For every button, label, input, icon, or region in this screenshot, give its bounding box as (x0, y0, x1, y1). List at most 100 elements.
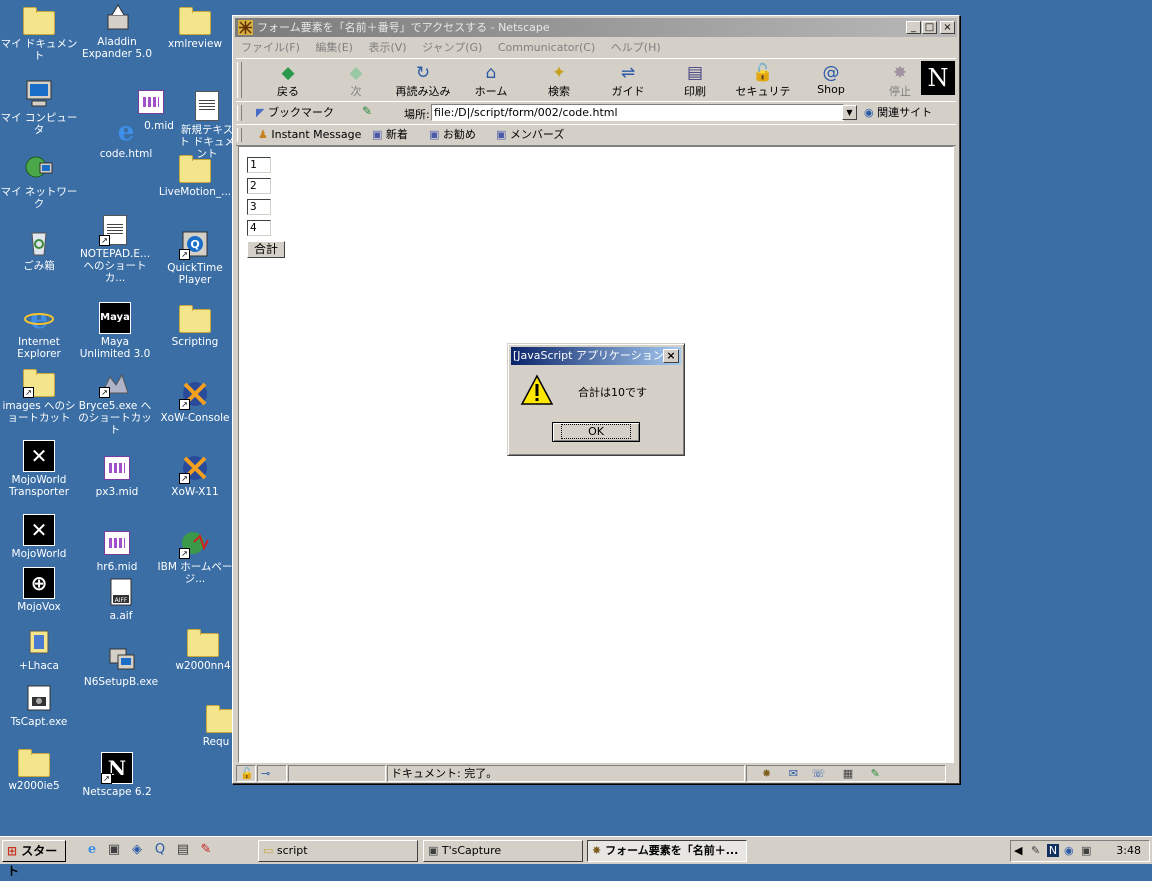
location-input[interactable]: file:/D|/script/form/002/code.html (431, 104, 844, 121)
minimize-button[interactable]: _ (906, 21, 921, 34)
back-arrow-icon: ◆ (281, 63, 295, 83)
desktop-icon-code-html[interactable]: e code.html (87, 114, 165, 160)
network-tray-icon[interactable]: ◉ (1064, 844, 1074, 857)
connection-status-panel[interactable]: ⊸ (257, 765, 287, 782)
ok-button[interactable]: OK (552, 422, 640, 442)
shop-button[interactable]: @ Shop (801, 61, 861, 96)
sum-button[interactable]: 合計 (247, 241, 285, 258)
tray-app-icon[interactable]: ▣ (1081, 844, 1091, 857)
desktop-icon-lhaca[interactable]: +Lhaca (0, 626, 78, 672)
menu-go[interactable]: ジャンプ(G) (422, 41, 482, 54)
desktop-icon-netscape-62[interactable]: N ↗ Netscape 6.2 (78, 752, 156, 798)
bookmarks-button[interactable]: ◤ ブックマーク (256, 104, 334, 122)
desktop-icon-images-shortcut[interactable]: ↗ images へのショートカット (0, 366, 78, 424)
desktop-icon-mojoworld-transporter[interactable]: ✕ MojoWorld Transporter (0, 440, 78, 498)
desktop-icon-xmlreview[interactable]: xmlreview (156, 4, 234, 50)
quicklaunch-acrobat-icon[interactable]: ✎ (198, 842, 214, 858)
desktop-icon-n6setupb[interactable]: N6SetupB.exe (82, 642, 160, 688)
mail-icon[interactable]: ✉ (789, 767, 798, 780)
desktop-icon-a-aif[interactable]: AIFF a.aif (82, 576, 160, 622)
number-input-2[interactable]: 2 (247, 178, 271, 194)
desktop-icon-mojovox[interactable]: ⊕ MojoVox (0, 567, 78, 613)
desktop-icon-aladdin-expander[interactable]: Aladdin Expander 5.0 (78, 2, 156, 60)
menu-edit[interactable]: 編集(E) (315, 41, 353, 54)
security-status-panel[interactable]: 🔓 (236, 765, 256, 782)
desktop-icon-my-network[interactable]: マイ ネットワーク (0, 152, 78, 210)
page-proxy-icon[interactable]: ✎ (362, 104, 372, 118)
task-script[interactable]: ▭ script (258, 840, 418, 862)
desktop-icon-recycle-bin[interactable]: ごみ箱 (0, 226, 78, 272)
toolbar-grip[interactable] (237, 128, 242, 142)
window-titlebar[interactable]: フォーム要素を「名前＋番号」でアクセスする - Netscape _ □ × (235, 18, 957, 37)
back-button[interactable]: ◆ 戻る (258, 61, 318, 99)
number-input-4[interactable]: 4 (247, 220, 271, 236)
desktop-icon-ibm-homepage[interactable]: ↗ IBM ホームページ... (156, 527, 234, 585)
archive-icon (23, 626, 55, 658)
navigator-icon[interactable]: ✸ (762, 767, 771, 780)
menu-communicator[interactable]: Communicator(C) (498, 41, 595, 54)
task-tscapture[interactable]: ▣ T'sCapture (423, 840, 583, 862)
desktop-icon-tscapt[interactable]: TsCapt.exe (0, 682, 78, 728)
number-input-3[interactable]: 3 (247, 199, 271, 215)
desktop-icon-w2000nn4[interactable]: w2000nn4 (170, 626, 236, 672)
desktop-icon-new-text-doc[interactable]: 新規テキスト ドキュメント (176, 90, 238, 160)
home-button[interactable]: ⌂ ホーム (461, 61, 521, 99)
desktop-icon-bryce5[interactable]: ↗ Bryce5.exe へのショートカット (76, 366, 154, 436)
desktop-icon-internet-explorer[interactable]: e Internet Explorer (0, 302, 78, 360)
desktop-icon-px3-mid[interactable]: px3.mid (78, 452, 156, 498)
toolbar-grip[interactable] (237, 62, 242, 98)
pen-icon[interactable]: ✎ (1031, 844, 1040, 857)
desktop-icon-mojoworld[interactable]: ✕ MojoWorld (0, 514, 78, 560)
task-netscape[interactable]: ✸ フォーム要素を「名前＋... (587, 840, 747, 862)
guide-button[interactable]: ⇌ ガイド (598, 61, 658, 99)
netscape-tray-icon[interactable]: N (1047, 844, 1059, 857)
menu-help[interactable]: ヘルプ(H) (611, 41, 661, 54)
desktop-icon-maya[interactable]: Maya Maya Unlimited 3.0 (76, 302, 154, 360)
desktop-icon-my-documents[interactable]: マイ ドキュメント (0, 4, 78, 62)
print-button[interactable]: ▤ 印刷 (665, 61, 725, 99)
quicklaunch-quicktime-icon[interactable]: Q (152, 842, 168, 858)
netscape-throbber-logo[interactable]: N (921, 61, 955, 95)
menu-view[interactable]: 表示(V) (368, 41, 406, 54)
newsgroups-icon[interactable]: ☏ (811, 767, 825, 780)
composer-icon[interactable]: ✎ (871, 767, 880, 780)
quicklaunch-channel-icon[interactable]: ◈ (129, 842, 145, 858)
maximize-button[interactable]: □ (922, 21, 937, 34)
maya-icon: Maya (99, 302, 131, 334)
desktop-icon-w2000ie5[interactable]: w2000ie5 (0, 746, 73, 792)
instant-message-button[interactable]: ♟ Instant Message (258, 127, 361, 142)
close-button[interactable]: × (940, 21, 955, 34)
dialog-titlebar[interactable]: [JavaScript アプリケーション] × (511, 347, 681, 365)
address-book-icon[interactable]: ▦ (843, 767, 853, 780)
mojoworld-icon: ✕ (23, 514, 55, 546)
folder-icon (179, 302, 211, 334)
forward-button[interactable]: ◆ 次 (326, 61, 386, 99)
desktop-icon-hr6-mid[interactable]: hr6.mid (78, 527, 156, 573)
location-dropdown-button[interactable]: ▼ (842, 105, 857, 120)
toolbar-grip[interactable] (237, 105, 242, 121)
quicklaunch-desktop-icon[interactable]: ▣ (106, 842, 122, 858)
menu-file[interactable]: ファイル(F) (241, 41, 300, 54)
related-sites-button[interactable]: ◉ 関連サイト (864, 104, 932, 122)
reload-button[interactable]: ↻ 再読み込み (393, 61, 453, 99)
dialog-close-button[interactable]: × (663, 349, 679, 363)
personal-link-members[interactable]: ▣ メンバーズ (496, 127, 564, 142)
desktop-icon-notepad-shortcut[interactable]: ↗ NOTEPAD.E... へのショートカ... (76, 214, 154, 284)
quicklaunch-app-icon[interactable]: ▤ (175, 842, 191, 858)
number-input-1[interactable]: 1 (247, 157, 271, 173)
desktop-icon-quicktime[interactable]: Q ↗ QuickTime Player (156, 228, 234, 286)
html-file-icon: e (110, 114, 142, 146)
start-button[interactable]: ⊞ スタート (2, 840, 66, 878)
quicklaunch-ie-icon[interactable]: e (84, 842, 100, 858)
desktop-icon-xow-console[interactable]: ↗ XoW-Console (156, 378, 234, 424)
search-button[interactable]: ✦ 検索 (529, 61, 589, 99)
desktop-icon-requ[interactable]: Requ (198, 702, 234, 748)
desktop-icon-scripting[interactable]: Scripting (156, 302, 234, 348)
volume-icon[interactable]: ◀ (1014, 844, 1022, 857)
personal-link-new[interactable]: ▣ 新着 (372, 127, 408, 142)
desktop-icon-livemotion[interactable]: LiveMotion_... (156, 152, 234, 198)
desktop-icon-my-computer[interactable]: マイ コンピュータ (0, 78, 78, 136)
personal-link-recommend[interactable]: ▣ お勧め (429, 127, 476, 142)
camera-icon (23, 682, 55, 714)
desktop-icon-xow-x11[interactable]: ↗ XoW-X11 (156, 452, 234, 498)
